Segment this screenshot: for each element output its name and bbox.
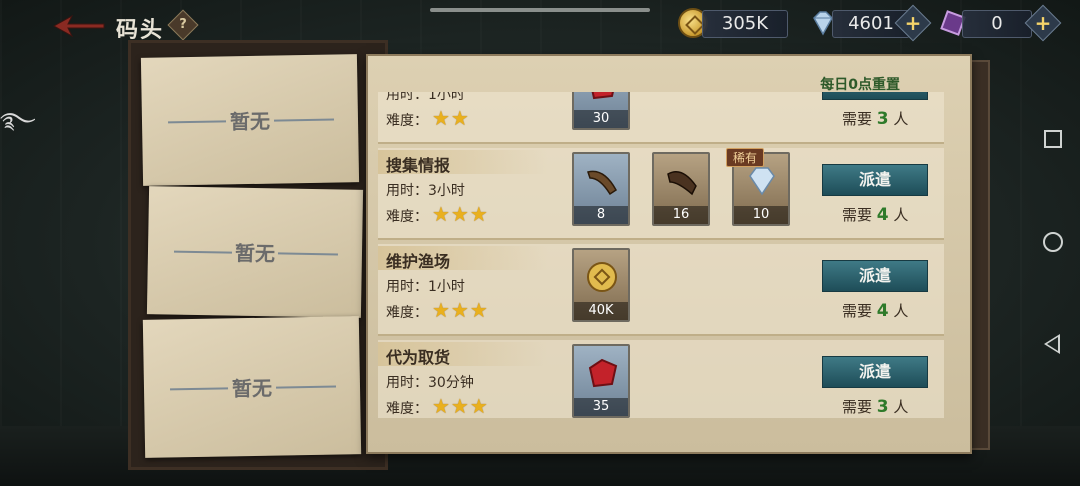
required-people: 需要 3 人 [842, 109, 909, 129]
item-count: 30 [574, 110, 628, 128]
daily-reset-note: 每日0点重置 [820, 77, 900, 93]
task-row: 用时：1小时 难度： ★★ 30 派遣 需要 3 人 [378, 92, 944, 144]
dispatch-button[interactable]: 派遣 [822, 92, 928, 100]
reward-item[interactable]: 8 [572, 152, 630, 226]
task-duration: 用时：1小时 [386, 279, 465, 295]
task-name: 搜集情报 [386, 156, 451, 175]
dispatch-button[interactable]: 派遣 [822, 356, 928, 388]
task-panel: 每日0点重置 用时：1小时 难度： ★★ 30 派遣 需要 3 人 搜集情报 用… [366, 54, 972, 454]
gold-counter: 305K [702, 10, 788, 38]
nav-back-button[interactable] [1044, 334, 1060, 354]
horn-icon [587, 170, 617, 196]
task-row: 代为取货 用时：30分钟 难度： ★★★ 35 派遣 需要 3 人 [378, 340, 944, 418]
task-difficulty-label: 难度： [386, 113, 428, 129]
task-row: 搜集情报 用时：3小时 难度： ★★★ 8 16 稀有 10 派遣 需要 4 人 [378, 148, 944, 240]
task-list[interactable]: 用时：1小时 难度： ★★ 30 派遣 需要 3 人 搜集情报 用时：3小时 难… [378, 92, 944, 418]
reward-item[interactable]: 35 [572, 344, 630, 418]
dispatch-button[interactable]: 派遣 [822, 164, 928, 196]
back-arrow-icon[interactable] [52, 12, 106, 40]
top-drag-handle [430, 8, 650, 12]
side-ornament-icon: ࿐ [0, 109, 36, 134]
required-people: 需要 4 人 [842, 301, 909, 321]
task-difficulty-label: 难度： [386, 401, 428, 417]
difficulty-stars: ★★★ [432, 394, 489, 418]
difficulty-stars: ★★★ [432, 298, 489, 322]
diamond-icon [749, 167, 775, 196]
dispatch-slot-1[interactable]: 暂无 [140, 54, 360, 186]
dispatch-slot-3[interactable]: 暂无 [142, 316, 362, 458]
dispatch-button[interactable]: 派遣 [822, 260, 928, 292]
task-difficulty-label: 难度： [386, 209, 428, 225]
task-name: 维护渔场 [386, 252, 451, 271]
ruby-icon [591, 92, 614, 100]
coin-icon [587, 262, 617, 292]
item-count: 8 [574, 206, 628, 224]
ticket-counter: 0 [962, 10, 1032, 38]
difficulty-stars: ★★ [432, 106, 470, 130]
slot-empty-label: 暂无 [234, 241, 276, 266]
dispatch-slot-2[interactable]: 暂无 [146, 186, 364, 318]
horn-icon [667, 171, 697, 196]
item-count: 16 [654, 206, 708, 224]
task-difficulty-label: 难度： [386, 305, 428, 321]
task-duration: 用时：1小时 [386, 92, 465, 103]
home-button[interactable] [1043, 232, 1063, 252]
item-count: 40K [574, 302, 628, 320]
reward-item[interactable]: 30 [572, 92, 630, 130]
difficulty-stars: ★★★ [432, 202, 489, 226]
item-count: 10 [734, 206, 788, 224]
required-people: 需要 4 人 [842, 205, 909, 225]
recent-apps-button[interactable] [1044, 130, 1062, 148]
reward-item[interactable]: 16 [652, 152, 710, 226]
task-duration: 用时：3小时 [386, 183, 465, 199]
item-count: 35 [574, 398, 628, 416]
reward-item[interactable]: 40K [572, 248, 630, 322]
ruby-icon [588, 358, 618, 388]
task-name: 代为取货 [386, 348, 451, 367]
task-row: 维护渔场 用时：1小时 难度： ★★★ 40K 派遣 需要 4 人 [378, 244, 944, 336]
required-people: 需要 3 人 [842, 397, 909, 417]
reward-item-rare[interactable]: 稀有 10 [726, 148, 790, 226]
task-duration: 用时：30分钟 [386, 375, 474, 391]
